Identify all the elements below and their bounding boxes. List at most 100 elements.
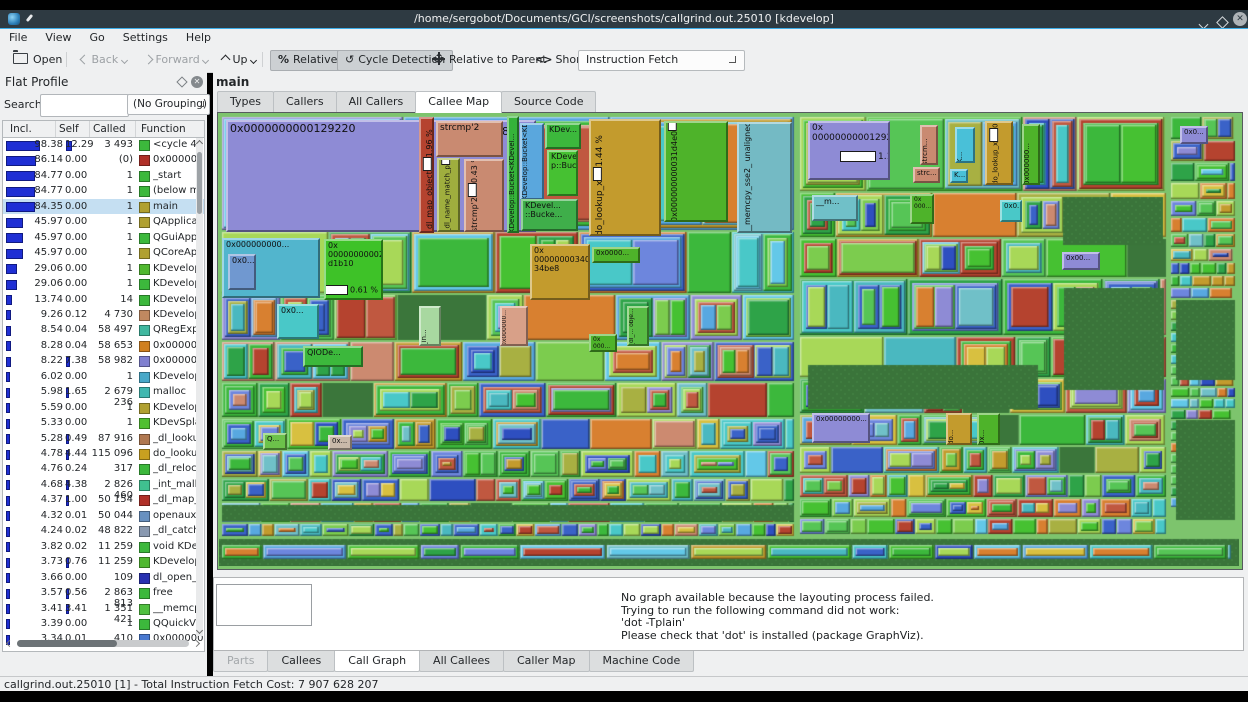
search-input[interactable] — [40, 94, 129, 117]
table-row[interactable]: 4.76 0.24 317 _dl_relocat — [3, 461, 204, 476]
open-button[interactable]: Open — [6, 50, 69, 69]
relative-toggle[interactable]: % Relative — [270, 50, 346, 71]
table-row[interactable]: 45.97 0.00 1 QApplicati — [3, 214, 204, 229]
treemap-tile[interactable]: KDevelop::Bucket<KDevel... — [507, 116, 519, 233]
treemap-tile[interactable]: _dl_map_object1.96 % — [419, 117, 434, 233]
treemap-tile[interactable]: Q... — [263, 433, 287, 450]
table-row[interactable]: 84.35 0.00 1 main — [3, 198, 204, 215]
treemap-tile[interactable]: KDevelop::Bucket<KDevelop::Qu... — [520, 123, 544, 200]
table-row[interactable]: 4.32 0.01 50 044 openaux — [3, 508, 204, 523]
treemap-tile[interactable]: KDevel... ::Bucke... — [521, 199, 578, 231]
back-button[interactable]: Back — [74, 50, 134, 69]
table-row[interactable]: 13.74 0.00 14 KDevelop:: — [3, 292, 204, 307]
treemap-tile[interactable]: 0x00000000... — [812, 413, 870, 443]
treemap-tile[interactable]: 0x 000... — [589, 334, 617, 352]
float-icon[interactable] — [176, 76, 188, 88]
column-header-self[interactable]: Self — [59, 123, 79, 135]
treemap-tile[interactable]: _dl_name_match_p1.04 % — [437, 158, 460, 232]
table-row[interactable]: 29.06 0.00 1 KDevelop:: — [3, 261, 204, 276]
tab-callees[interactable]: Callees — [267, 651, 336, 672]
table-row[interactable]: 84.77 0.00 1 _start — [3, 168, 204, 183]
menu-item-go[interactable]: Go — [81, 29, 114, 46]
tab-callee-map[interactable]: Callee Map — [415, 91, 503, 113]
table-row[interactable]: 4.68 4.38 2 826 460 _int_mallo — [3, 477, 204, 501]
tab-parts[interactable]: Parts — [213, 651, 269, 672]
event-type-select[interactable]: Instruction Fetch — [578, 50, 745, 71]
treemap-tile[interactable]: _dl_... obje... — [627, 306, 649, 346]
tab-caller-map[interactable]: Caller Map — [502, 651, 590, 672]
treemap-tile[interactable]: K... — [955, 127, 975, 163]
vertical-scrollbar[interactable] — [195, 138, 204, 636]
table-row[interactable]: 9.26 0.12 4 730 KDevelop:: — [3, 307, 204, 322]
callee-map[interactable]: 0x00000000001292203.82 %_dl_map_object1.… — [217, 112, 1243, 570]
tab-all-callees[interactable]: All Callees — [419, 651, 504, 672]
treemap-tile[interactable]: do_lookup_x1.44 % — [589, 119, 661, 236]
table-row[interactable]: 8.54 0.04 58 497 QRegExp:: — [3, 322, 204, 337]
treemap-tile[interactable]: __m... — [812, 195, 858, 221]
treemap-tile[interactable]: KDev... — [545, 123, 581, 149]
table-row[interactable]: 3.82 0.02 11 259 void KDev — [3, 539, 204, 554]
grouping-select[interactable]: (No Grouping) — [127, 94, 210, 115]
table-row[interactable]: 4.37 1.00 50 154 _dl_map_o — [3, 492, 204, 507]
treemap-tile[interactable]: 0x... — [328, 435, 352, 450]
table-row[interactable]: 5.28 0.49 87 916 _dl_lookup — [3, 431, 204, 446]
table-row[interactable]: 5.33 0.00 1 KDevSplas — [3, 415, 204, 430]
treemap-tile[interactable]: __memcpy_sse2_ unaligned1.39 % — [737, 122, 792, 233]
up-button[interactable]: Up — [215, 50, 263, 69]
table-row[interactable]: 98.3812.293 493<cycle 42> — [3, 137, 204, 152]
table-row[interactable]: 4.78 4.44 115 096 do_lookup — [3, 446, 204, 461]
treemap-tile[interactable]: _in... — [419, 306, 441, 346]
treemap-tile[interactable]: strcmp'2 — [436, 121, 503, 157]
menu-item-settings[interactable]: Settings — [114, 29, 177, 46]
column-header-incl[interactable]: Incl. — [10, 123, 32, 135]
table-row[interactable]: 45.97 0.00 1 QGuiApplic — [3, 230, 204, 245]
table-row[interactable]: 86.140.00(0)0x0000000 — [3, 152, 204, 167]
treemap-tile[interactable]: 0x 000... — [910, 194, 934, 224]
treemap-tile[interactable]: KDevelo p::Buc... — [547, 150, 578, 196]
treemap-tile[interactable]: do... — [946, 413, 972, 445]
table-row[interactable]: 84.77 0.00 1 (below mai — [3, 183, 204, 198]
treemap-tile[interactable]: strcm... — [920, 125, 938, 165]
column-header-called[interactable]: Called — [93, 123, 126, 135]
table-row[interactable]: 8.227.3858 9820x0000000 — [3, 353, 204, 368]
table-row[interactable]: 4.24 0.02 48 822 _dl_catch_ — [3, 523, 204, 538]
tab-call-graph[interactable]: Call Graph — [334, 651, 421, 672]
treemap-tile[interactable]: 0x0000... — [592, 247, 640, 263]
tab-callers[interactable]: Callers — [273, 91, 337, 112]
treemap-tile[interactable]: strcmp'20.43 % — [464, 159, 504, 232]
treemap-tile[interactable]: 0x0... — [1180, 126, 1208, 144]
table-row[interactable]: 3.41 3.41 1 351 421 __memcpy — [3, 601, 204, 625]
tab-machine-code[interactable]: Machine Code — [588, 651, 695, 672]
treemap-tile[interactable]: QIODe... — [303, 346, 363, 367]
menu-item-help[interactable]: Help — [177, 29, 220, 46]
tab-types[interactable]: Types — [217, 91, 274, 112]
forward-button[interactable]: Forward — [138, 50, 215, 69]
column-header-function[interactable]: Function — [141, 123, 186, 135]
tab-all-callers[interactable]: All Callers — [335, 91, 417, 112]
table-row[interactable]: 5.98 1.65 2 679 236 malloc — [3, 384, 204, 408]
treemap-tile[interactable]: do_lookup_x0.43 % — [985, 121, 1013, 185]
treemap-tile[interactable]: 0x00... — [1062, 252, 1100, 270]
horizontal-scrollbar[interactable] — [5, 638, 201, 648]
treemap-tile[interactable]: 0x 00000000340 34be8 — [530, 244, 590, 300]
close-button[interactable]: ✕ — [1233, 12, 1247, 26]
menu-item-file[interactable]: File — [0, 29, 36, 46]
treemap-tile[interactable]: K... — [950, 169, 968, 183]
treemap-tile[interactable]: 0x0... — [277, 304, 319, 339]
treemap-tile[interactable]: 0x0... — [1000, 200, 1022, 222]
treemap-tile[interactable]: 0x... — [977, 413, 1000, 445]
treemap-tile[interactable]: 0x 00000000001292201.14 % — [808, 121, 890, 180]
scrollbar-thumb[interactable] — [17, 640, 117, 647]
table-row[interactable]: 5.59 0.00 1 KDevelop:: — [3, 400, 204, 415]
table-row[interactable]: 29.06 0.00 1 KDevelop:: — [3, 276, 204, 291]
table-row[interactable]: 3.39 0.00 1 QQuickVie — [3, 616, 204, 631]
treemap-tile[interactable]: 0x 00000000002 d1b10 0.61 % — [324, 239, 383, 300]
table-row[interactable]: 6.02 0.00 1 KDevelop:: — [3, 369, 204, 384]
table-header[interactable]: Incl. Self Called Function — [3, 121, 204, 138]
tab-source-code[interactable]: Source Code — [501, 91, 597, 112]
table-row[interactable]: 3.73 0.76 11 259 KDevelop:: — [3, 554, 204, 569]
graph-overview-box[interactable] — [216, 584, 312, 626]
menu-item-view[interactable]: View — [36, 29, 80, 46]
treemap-tile[interactable]: 0x000000... — [1022, 124, 1040, 185]
treemap-tile[interactable]: strc... — [913, 167, 940, 183]
